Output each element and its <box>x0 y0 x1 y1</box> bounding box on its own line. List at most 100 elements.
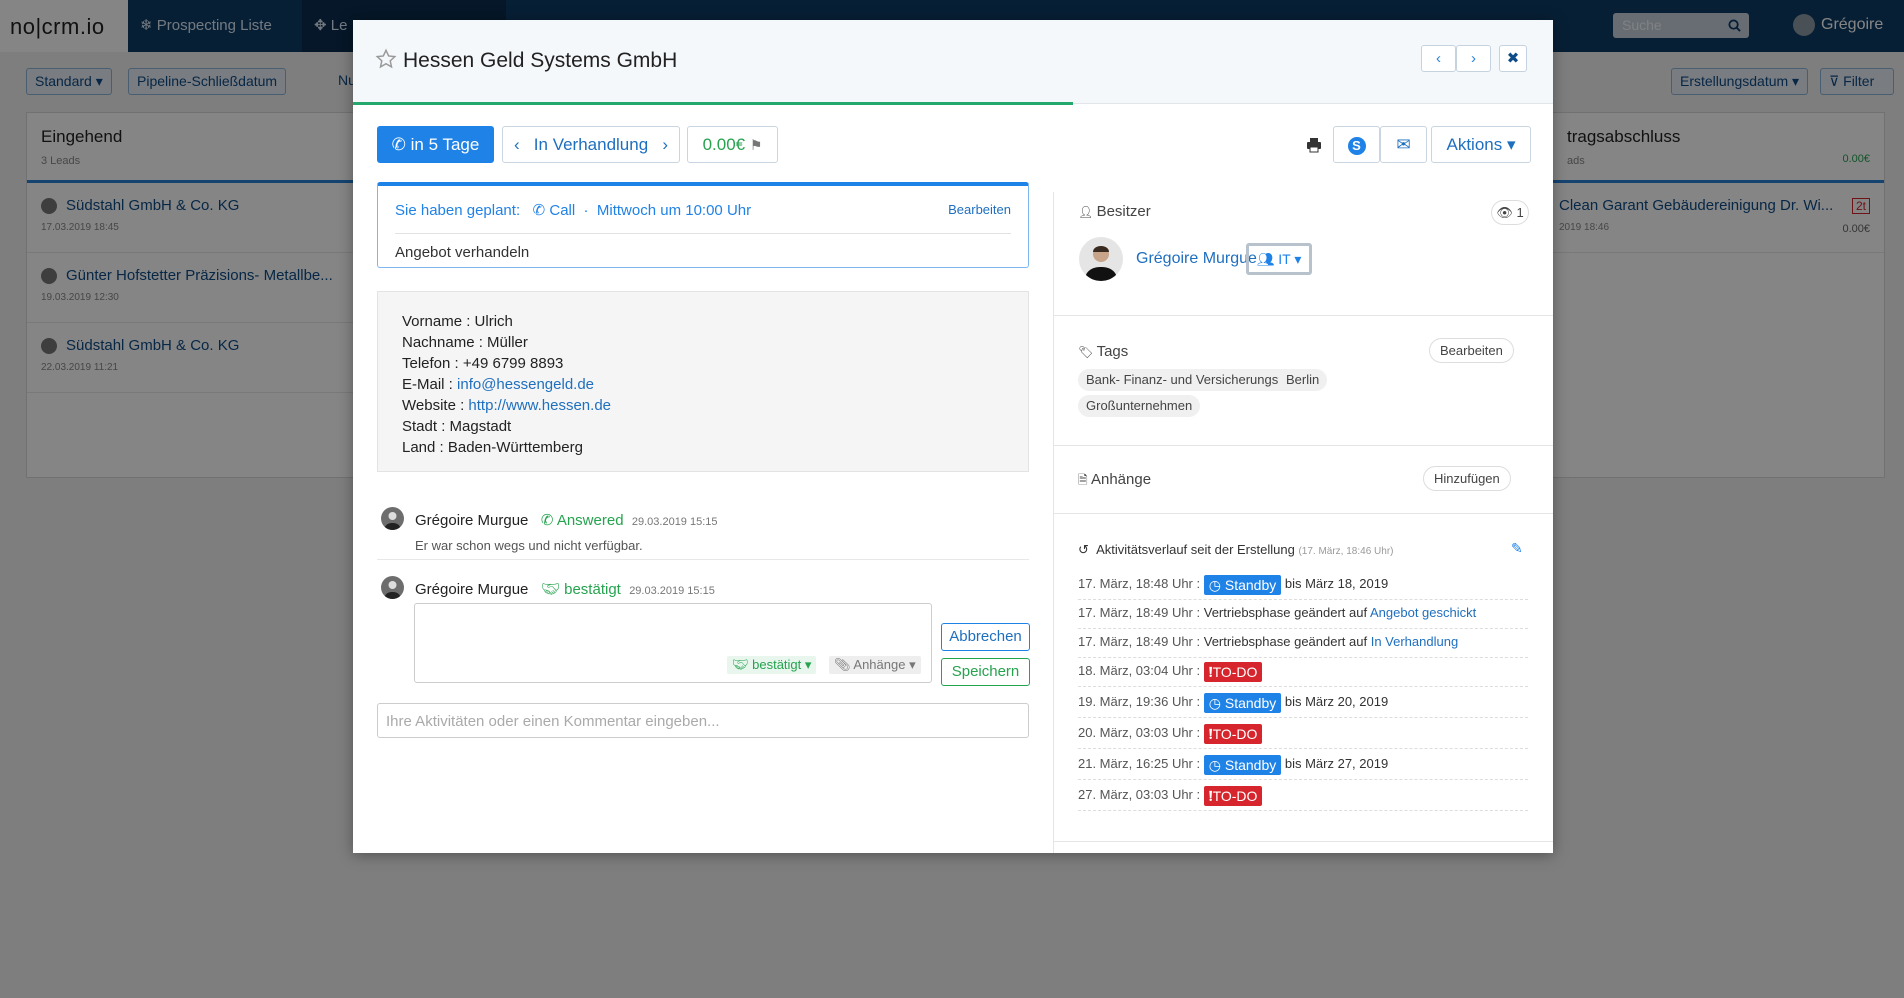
add-attachment-button[interactable]: Hinzufügen <box>1423 466 1511 491</box>
city: Stadt : Magstadt <box>402 418 512 435</box>
history-entry: 20. März, 03:03 Uhr : ❗︎TO-DO <box>1078 723 1528 749</box>
watchers-count: 1 <box>1516 205 1524 220</box>
planned-type: Call <box>549 202 576 219</box>
website-link[interactable]: http://www.hessen.de <box>468 397 611 414</box>
team-label: IT <box>1278 251 1291 267</box>
chevron-left-icon: ‹ <box>1436 50 1441 67</box>
phone-icon: ✆ <box>532 202 546 219</box>
status-chip[interactable]: 🤝︎ bestätigt ▾ <box>727 656 817 674</box>
badge-label: Standby <box>1224 757 1277 773</box>
amount-button[interactable]: 0.00€ ⚑ <box>687 126 778 163</box>
clock-icon: ◷ <box>1208 695 1225 711</box>
email-button[interactable]: ✉ <box>1380 126 1427 163</box>
history-entry: 27. März, 03:03 Uhr : ❗︎TO-DO <box>1078 785 1528 811</box>
file-icon: 🗎 <box>1078 473 1091 487</box>
activity-user: Grégoire Murgue <box>415 581 529 598</box>
attachments-label-row: 🗎 Anhänge <box>1078 471 1151 492</box>
prev-lead-button[interactable]: ‹ <box>1421 45 1456 72</box>
user-icon: 👤︎ <box>1078 205 1097 219</box>
badge-label: TO-DO <box>1212 726 1258 742</box>
history-section: ↺ Aktivitätsverlauf seit der Erstellung … <box>1053 514 1553 842</box>
attachments-section: 🗎 Anhänge Hinzufügen <box>1053 446 1553 514</box>
chevron-left-icon[interactable]: ‹ <box>514 127 520 162</box>
group-icon: 👥︎ <box>1256 251 1275 267</box>
next-call-button[interactable]: ✆ in 5 Tage <box>377 126 494 163</box>
history-date: 18. März, 03:04 Uhr : <box>1078 663 1201 678</box>
print-icon[interactable] <box>1306 137 1322 153</box>
edit-planned-link[interactable]: Bearbeiten <box>948 202 1011 217</box>
actions-label: Aktions <box>1446 135 1503 154</box>
history-date: 19. März, 19:36 Uhr : <box>1078 694 1201 709</box>
watchers-badge[interactable]: 👁︎ 1 <box>1491 200 1529 225</box>
activity-time: 29.03.2019 15:15 <box>629 585 715 597</box>
activity-time: 29.03.2019 15:15 <box>631 516 718 528</box>
chevron-right-icon[interactable]: › <box>662 127 668 162</box>
flag-icon: ⚑ <box>749 137 763 153</box>
activity-header: Grégoire Murgue 🤝︎ bestätigt 29.03.2019 … <box>415 580 715 598</box>
activity-status: Answered <box>556 512 624 529</box>
phone: Telefon : +49 6799 8893 <box>402 355 564 372</box>
activity-user: Grégoire Murgue <box>415 512 529 529</box>
website-label: Website : <box>402 397 469 414</box>
history-entry: 19. März, 19:36 Uhr : ◷ Standby bis März… <box>1078 692 1528 718</box>
history-date: 17. März, 18:49 Uhr : <box>1078 605 1201 620</box>
attachments-chip[interactable]: 📎︎ Anhänge ▾ <box>829 656 921 674</box>
envelope-icon: ✉ <box>1396 135 1411 154</box>
email-link[interactable]: info@hessengeld.de <box>457 376 594 393</box>
paperclip-icon: 📎︎ <box>834 657 854 672</box>
modal-header: Hessen Geld Systems GmbH ‹ › ✖ <box>353 20 1553 104</box>
owner-name[interactable]: Grégoire Murgue <box>1136 250 1257 268</box>
badge-label: Standby <box>1224 695 1277 711</box>
actions-dropdown[interactable]: Aktions ▾ <box>1431 126 1531 163</box>
planned-activity: Sie haben geplant: ✆ Call · Mittwoch um … <box>377 182 1029 268</box>
todo-badge: ❗︎TO-DO <box>1203 662 1263 682</box>
history-since: (17. März, 18:46 Uhr) <box>1298 546 1394 557</box>
website-row: Website : http://www.hessen.de <box>402 395 1004 416</box>
handshake-icon: 🤝︎ <box>540 581 560 598</box>
owner-label: Besitzer <box>1096 203 1151 220</box>
history-text: Vertriebsphase geändert auf <box>1203 634 1368 649</box>
team-dropdown[interactable]: 👥︎ IT ▾ <box>1246 243 1312 275</box>
history-entry: 21. März, 16:25 Uhr : ◷ Standby bis März… <box>1078 754 1528 780</box>
lead-title: Hessen Geld Systems GmbH <box>403 49 678 72</box>
first-name: Vorname : Ulrich <box>402 313 513 330</box>
call-label: in 5 Tage <box>410 135 480 154</box>
todo-badge: ❗︎TO-DO <box>1203 786 1263 806</box>
history-entry: 18. März, 03:04 Uhr : ❗︎TO-DO <box>1078 661 1528 687</box>
activity-text: Er war schon wegs und nicht verfügbar. <box>415 538 643 553</box>
edit-tags-button[interactable]: Bearbeiten <box>1429 338 1514 363</box>
pipeline-progress-bar <box>353 102 1073 105</box>
history-title: Aktivitätsverlauf seit der Erstellung <box>1096 542 1295 557</box>
tags-section: 🏷︎ Tags Bearbeiten Bank- Finanz- und Ver… <box>1053 316 1553 446</box>
history-title-row: ↺ Aktivitätsverlauf seit der Erstellung … <box>1078 542 1394 558</box>
skype-button[interactable]: S <box>1333 126 1380 163</box>
cancel-button[interactable]: Abbrechen <box>941 623 1030 651</box>
clock-icon: ◷ <box>1208 577 1225 593</box>
amount-value: 0.00€ <box>702 135 746 154</box>
todo-badge: ❗︎TO-DO <box>1203 724 1263 744</box>
history-date: 21. März, 16:25 Uhr : <box>1078 756 1201 771</box>
badge-label: TO-DO <box>1212 788 1258 804</box>
lead-modal: Hessen Geld Systems GmbH ‹ › ✖ ✆ in 5 Ta… <box>353 20 1553 853</box>
skype-icon: S <box>1347 136 1366 155</box>
save-button[interactable]: Speichern <box>941 658 1030 686</box>
step-link[interactable]: In Verhandlung <box>1371 634 1458 649</box>
tag[interactable]: Großunternehmen <box>1078 395 1201 417</box>
edit-icon[interactable]: ✎ <box>1511 540 1523 557</box>
planned-when: Mittwoch um 10:00 Uhr <box>596 202 752 219</box>
history-text: Vertriebsphase geändert auf <box>1203 605 1368 620</box>
close-button[interactable]: ✖ <box>1499 45 1527 72</box>
activity-textarea[interactable]: 🤝︎ bestätigt ▾ 📎︎ Anhänge ▾ <box>414 603 932 683</box>
tag[interactable]: Berlin <box>1278 369 1328 391</box>
status-chip-label: bestätigt <box>752 657 802 672</box>
star-icon[interactable] <box>375 48 397 70</box>
standby-badge: ◷ Standby <box>1203 575 1282 595</box>
comment-input[interactable]: Ihre Aktivitäten oder einen Kommentar ei… <box>377 703 1029 738</box>
handshake-icon: 🤝︎ <box>732 657 753 672</box>
comment-placeholder: Ihre Aktivitäten oder einen Kommentar ei… <box>386 713 720 730</box>
eye-icon: 👁︎ <box>1496 205 1513 220</box>
step-link[interactable]: Angebot geschickt <box>1370 605 1476 620</box>
email-label: E-Mail : <box>402 376 458 393</box>
next-lead-button[interactable]: › <box>1456 45 1491 72</box>
step-selector[interactable]: ‹ In Verhandlung › <box>502 126 680 163</box>
